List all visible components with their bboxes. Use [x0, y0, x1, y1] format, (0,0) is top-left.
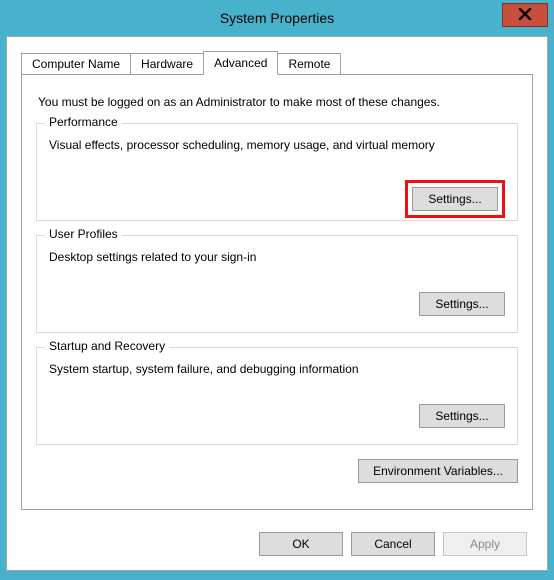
intro-text: You must be logged on as an Administrato… [38, 95, 518, 109]
user-profiles-desc: Desktop settings related to your sign-in [49, 250, 505, 264]
performance-settings-button[interactable]: Settings... [412, 187, 498, 211]
close-button[interactable] [502, 3, 548, 27]
ok-button[interactable]: OK [259, 532, 343, 556]
startup-settings-button[interactable]: Settings... [419, 404, 505, 428]
group-performance: Performance Visual effects, processor sc… [36, 123, 518, 221]
tab-strip: Computer Name Hardware Advanced Remote [21, 51, 547, 75]
group-title-startup: Startup and Recovery [45, 339, 169, 353]
advanced-panel: You must be logged on as an Administrato… [21, 74, 533, 510]
close-icon [518, 7, 532, 24]
titlebar: System Properties [6, 6, 548, 30]
performance-desc: Visual effects, processor scheduling, me… [49, 138, 505, 152]
dialog-buttons: OK Cancel Apply [259, 532, 527, 556]
highlight-performance-settings: Settings... [405, 180, 505, 218]
group-user-profiles: User Profiles Desktop settings related t… [36, 235, 518, 333]
environment-variables-button[interactable]: Environment Variables... [358, 459, 518, 483]
group-startup-recovery: Startup and Recovery System startup, sys… [36, 347, 518, 445]
apply-button: Apply [443, 532, 527, 556]
tab-advanced[interactable]: Advanced [203, 51, 278, 75]
startup-desc: System startup, system failure, and debu… [49, 362, 505, 376]
group-title-performance: Performance [45, 115, 122, 129]
window-title: System Properties [220, 10, 334, 26]
tab-remote[interactable]: Remote [277, 53, 341, 75]
tab-hardware[interactable]: Hardware [130, 53, 204, 75]
user-profiles-settings-button[interactable]: Settings... [419, 292, 505, 316]
tab-computer-name[interactable]: Computer Name [21, 53, 131, 75]
cancel-button[interactable]: Cancel [351, 532, 435, 556]
dialog-body: Computer Name Hardware Advanced Remote Y… [6, 36, 548, 571]
group-title-user-profiles: User Profiles [45, 227, 122, 241]
